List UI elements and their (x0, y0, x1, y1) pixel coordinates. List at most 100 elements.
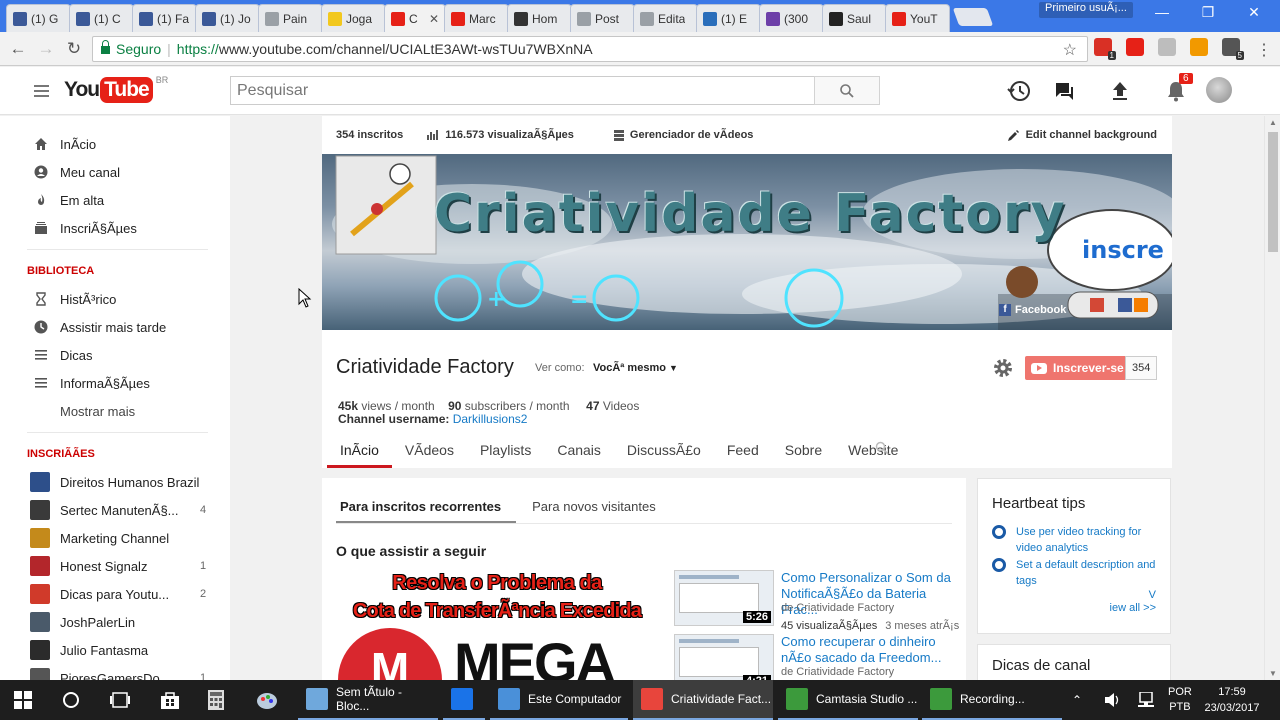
new-tab-button[interactable] (952, 8, 994, 26)
guide-item[interactable]: InÃ­cio (0, 130, 230, 158)
close-window-icon[interactable]: ✕ (1231, 4, 1277, 21)
guide-item[interactable]: Assistir mais tarde (0, 313, 230, 341)
channel-tab[interactable]: Feed (714, 434, 772, 468)
guide-menu-icon[interactable] (34, 85, 49, 97)
taskbar-window-button[interactable] (443, 680, 485, 720)
taskbar-window-button[interactable]: Criatividade Fact... (633, 680, 773, 720)
back-icon[interactable]: ← (4, 39, 32, 59)
color-drop-icon[interactable] (1190, 38, 1208, 56)
channel-settings-gear-icon[interactable] (992, 357, 1014, 382)
video-manager-link[interactable]: Gerenciador de vÃ­deos (613, 129, 753, 141)
views-stat[interactable]: 116.573 visualizaÃ§Ãµes (427, 129, 574, 141)
browser-tab[interactable]: (1) G (6, 4, 71, 32)
browser-tab[interactable]: Joga (321, 4, 386, 32)
browser-tab[interactable]: (1) Fa (132, 4, 197, 32)
search-button[interactable] (814, 76, 880, 105)
secure-indicator[interactable]: Seguro (101, 40, 161, 57)
username-link[interactable]: Darkillusions2 (453, 412, 528, 426)
library-heading[interactable]: BIBLIOTECA (0, 257, 230, 285)
guide-item[interactable]: Em alta (0, 186, 230, 214)
bug-icon[interactable]: 5 (1222, 38, 1244, 60)
messages-icon[interactable] (1052, 79, 1076, 103)
guide-item[interactable]: HistÃ³rico (0, 285, 230, 313)
subscription-item[interactable]: Dicas para Youtu... 2 (0, 580, 230, 608)
channel-tab[interactable]: Sobre (772, 434, 835, 468)
forward-icon[interactable]: → (32, 39, 60, 59)
system-clock[interactable]: 17:59 23/03/2017 (1196, 684, 1268, 716)
featured-video-thumbnail[interactable]: Resolva o Problema da Cota de TransferÃª… (336, 568, 658, 680)
taskbar-window-button[interactable]: Camtasia Studio ... (778, 680, 918, 720)
scroll-up-icon[interactable]: ▲ (1269, 118, 1277, 127)
browser-tab[interactable]: C ✕ (384, 4, 446, 32)
taskbar-window-button[interactable]: Recording... (922, 680, 1062, 720)
address-bar[interactable]: Seguro | https://www.youtube.com/channel… (92, 36, 1088, 62)
cast-icon[interactable] (1158, 38, 1176, 56)
video-thumbnail[interactable]: 5:26 (674, 570, 774, 626)
cortana-icon[interactable] (62, 680, 80, 720)
browser-tab[interactable]: (1) E (696, 4, 761, 32)
browser-tab[interactable]: Marc (444, 4, 509, 32)
subscription-item[interactable]: PioresGamersDo... 1 (0, 664, 230, 680)
upload-icon[interactable] (1108, 79, 1132, 103)
subscription-item[interactable]: Julio Fantasma (0, 636, 230, 664)
browser-tab[interactable]: Pain (258, 4, 323, 32)
channel-search-icon[interactable] (875, 441, 889, 458)
video-title-link[interactable]: Como recuperar o dinheiro nÃ£o sacado da… (781, 634, 961, 666)
ext-badge-icon[interactable]: 1 (1094, 38, 1116, 60)
browser-tab[interactable]: YouT (885, 4, 950, 32)
search-input[interactable]: Pesquisar (230, 76, 815, 105)
subscription-item[interactable]: Honest Signalz 1 (0, 552, 230, 580)
browser-tab[interactable]: (1) C (69, 4, 134, 32)
store-icon[interactable] (160, 680, 180, 720)
content-tab[interactable]: Para inscritos recorrentes (336, 478, 517, 523)
subscription-item[interactable]: Sertec ManutenÃ§... 4 (0, 496, 230, 524)
taskbar-window-button[interactable]: Este Computador (490, 680, 628, 720)
profile-chip[interactable]: Primeiro usuÃ¡... (1039, 2, 1133, 18)
browser-tab[interactable]: Saul (822, 4, 887, 32)
guide-item[interactable]: Meu canal (0, 158, 230, 186)
maximize-icon[interactable]: ❐ (1185, 4, 1231, 21)
show-more-link[interactable]: Mostrar mais (0, 397, 230, 425)
heart-icon[interactable] (1126, 38, 1144, 56)
youtube-logo[interactable]: You Tube BR (64, 75, 168, 103)
scroll-down-icon[interactable]: ▼ (1269, 669, 1277, 678)
scrollbar-thumb[interactable] (1268, 132, 1278, 252)
subscribe-button[interactable]: Inscrever-se (1025, 356, 1132, 380)
content-tab[interactable]: Para novos visitantes (528, 478, 671, 523)
browser-tab[interactable]: Hom (507, 4, 572, 32)
taskbar-window-button[interactable]: Sem tÃ­tulo - Bloc... (298, 680, 438, 720)
subscription-item[interactable]: Marketing Channel (0, 524, 230, 552)
browser-tab[interactable]: Edita (633, 4, 698, 32)
view-as-dropdown[interactable]: VocÃª mesmo ▼ (593, 362, 678, 374)
browser-tab[interactable]: (300 (759, 4, 824, 32)
guide-item[interactable]: Dicas (0, 341, 230, 369)
edit-background-button[interactable]: Edit channel background (1007, 129, 1157, 141)
windows-start-icon[interactable] (14, 680, 32, 720)
calculator-icon[interactable] (208, 680, 224, 720)
channel-tab[interactable]: InÃ­cio (327, 434, 392, 468)
chrome-menu-icon[interactable]: ⋮ (1256, 40, 1272, 60)
close-tab-icon[interactable]: ✕ (429, 12, 439, 26)
bookmark-star-icon[interactable]: ☆ (1063, 40, 1077, 60)
history-icon[interactable] (1007, 79, 1031, 103)
subscriptions-heading[interactable]: INSCRIÃÃES (0, 440, 230, 468)
channel-tab[interactable]: Website (835, 434, 911, 468)
minimize-icon[interactable]: — (1139, 4, 1185, 20)
subscription-item[interactable]: Direitos Humanos Brazil (0, 468, 230, 496)
heartbeat-tip[interactable]: Use per video tracking for video analyti… (992, 524, 1162, 556)
reload-icon[interactable]: ↻ (60, 39, 88, 59)
avatar[interactable] (1206, 77, 1232, 103)
task-view-icon[interactable] (110, 680, 130, 720)
page-scrollbar[interactable]: ▲ ▼ (1264, 116, 1280, 680)
view-all-link[interactable]: View all >> (1110, 589, 1156, 615)
heartbeat-tip[interactable]: Set a default description and tags (992, 557, 1162, 589)
channel-tab[interactable]: DiscussÃ£o (614, 434, 714, 468)
banner-facebook-link[interactable]: f Facebook (999, 304, 1066, 316)
network-icon[interactable] (1137, 680, 1155, 720)
paint-icon[interactable] (256, 680, 278, 720)
channel-tab[interactable]: Playlists (467, 434, 544, 468)
input-language[interactable]: POR PTB (1168, 680, 1192, 720)
guide-item[interactable]: InscriÃ§Ãµes (0, 214, 230, 242)
browser-tab[interactable]: Post (570, 4, 635, 32)
browser-tab[interactable]: (1) Jo (195, 4, 260, 32)
